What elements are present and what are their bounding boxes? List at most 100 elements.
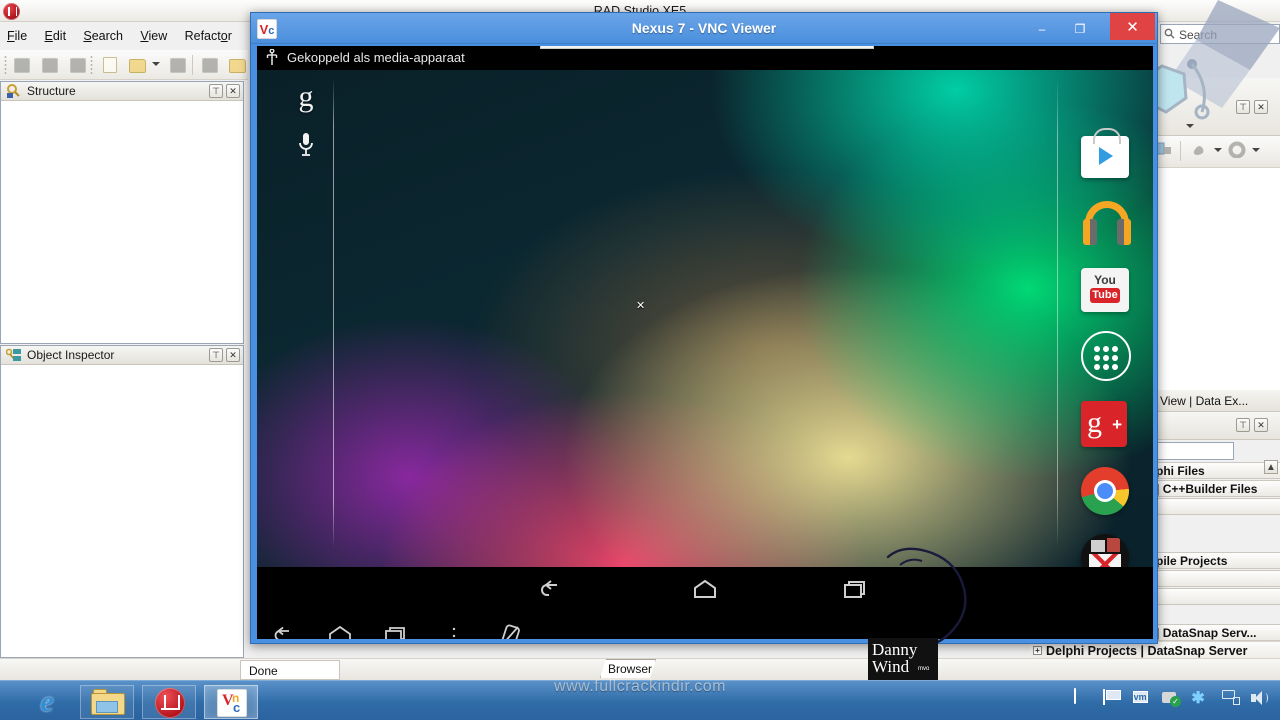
ide-menu-bar: File Edit Search View Refactor P: [0, 26, 248, 48]
watermark-line-3: mvo: [918, 666, 929, 672]
close-icon[interactable]: ✕: [226, 84, 240, 98]
google-g-icon[interactable]: g: [293, 82, 319, 112]
vnc-remote-screen[interactable]: Gekoppeld als media-apparaat g ✕: [257, 46, 1153, 639]
youtube-label-tube: Tube: [1090, 288, 1120, 303]
object-inspector-panel-body: [1, 365, 243, 657]
right-panel-tabs[interactable]: l View | Data Ex...: [1152, 390, 1280, 412]
vnc-rotate-button[interactable]: [493, 623, 527, 639]
right-toolbar-separator: [1180, 141, 1181, 161]
save-all-icon[interactable]: [40, 55, 60, 75]
menu-item-view[interactable]: View: [133, 26, 174, 46]
back-arrow-icon[interactable]: [533, 577, 569, 605]
maximize-button[interactable]: ❐: [1065, 21, 1095, 38]
right-panel-caret[interactable]: [1186, 124, 1194, 128]
pin-icon[interactable]: ⊤: [209, 348, 223, 362]
menu-item-edit[interactable]: Edit: [38, 26, 74, 46]
google-plus-plus: +: [1112, 415, 1122, 435]
structure-panel-title: Structure: [27, 84, 76, 98]
status-text: Done: [240, 660, 340, 680]
object-inspector-panel: Object Inspector ⊤ ✕: [0, 345, 244, 658]
list-item-label: pile Projects: [1156, 554, 1227, 568]
ide-toolbar: [0, 50, 248, 80]
close-icon[interactable]: ✕: [1254, 418, 1268, 432]
new-file-icon[interactable]: [100, 55, 120, 75]
save-icon[interactable]: [168, 55, 188, 75]
open-dropdown-caret[interactable]: [152, 62, 160, 66]
menu-item-search[interactable]: Search: [76, 26, 130, 46]
structure-panel: Structure ⊤ ✕: [0, 81, 244, 344]
pin-icon[interactable]: ⊤: [209, 84, 223, 98]
list-item[interactable]: [1152, 588, 1280, 605]
add-to-project-icon[interactable]: [228, 55, 248, 75]
widget-divider-left: [333, 78, 334, 548]
microphone-icon[interactable]: [298, 132, 314, 158]
home-icon[interactable]: [687, 577, 723, 605]
vnc-window-title: Nexus 7 - VNC Viewer: [251, 20, 1157, 36]
search-input-placeholder: Search: [1179, 28, 1217, 42]
right-panel-tabs-label: l View | Data Ex...: [1154, 394, 1248, 408]
all-apps-icon[interactable]: [1081, 331, 1133, 383]
list-item[interactable]: phi Files: [1152, 462, 1280, 479]
google-plus-icon[interactable]: g +: [1081, 398, 1133, 450]
vnc-home-button[interactable]: [323, 623, 357, 639]
pin-icon[interactable]: ⊤: [1236, 100, 1250, 114]
fill-color-caret[interactable]: [1214, 148, 1222, 152]
vnc-menu-button[interactable]: [437, 623, 471, 639]
structure-icon: [6, 84, 22, 99]
pin-icon[interactable]: ⊤: [1236, 418, 1250, 432]
chrome-icon[interactable]: [1081, 465, 1133, 517]
list-item[interactable]: pile Projects: [1152, 552, 1280, 569]
tree-item-label: Delphi Projects | DataSnap Server: [1046, 644, 1248, 658]
vnc-back-button[interactable]: [267, 623, 301, 639]
toolbar-grip-2[interactable]: [90, 55, 93, 75]
youtube-icon[interactable]: You Tube: [1081, 264, 1133, 316]
expander-icon[interactable]: +: [1033, 646, 1042, 655]
youtube-label-you: You: [1081, 274, 1129, 286]
shape-caret[interactable]: [1252, 148, 1260, 152]
site-watermark: www.fullcrackindir.com: [0, 678, 1280, 696]
vnc-title-bar[interactable]: Vc Nexus 7 - VNC Viewer – ❐ ✕: [251, 13, 1157, 44]
list-item[interactable]: | DataSnap Serv...: [1152, 624, 1280, 641]
sync-icon[interactable]: [68, 55, 88, 75]
open-project-icon[interactable]: [12, 55, 32, 75]
search-input[interactable]: Search: [1160, 24, 1280, 44]
structure-panel-body: [1, 101, 243, 343]
search-icon: [1164, 28, 1175, 39]
toolbar-separator: [192, 55, 193, 75]
right-toolbar: [1152, 136, 1280, 168]
list-item-label: | DataSnap Serv...: [1156, 626, 1257, 640]
tab-browser-label: Browser: [608, 662, 652, 676]
list-item[interactable]: [1152, 570, 1280, 587]
filter-input[interactable]: [1152, 442, 1234, 460]
tab-browser[interactable]: Browser: [600, 659, 656, 678]
close-icon[interactable]: ✕: [1254, 100, 1268, 114]
minimize-button[interactable]: –: [1027, 21, 1057, 38]
menu-item-file[interactable]: File: [0, 26, 34, 46]
close-icon[interactable]: ✕: [226, 348, 240, 362]
structure-panel-header: Structure ⊤ ✕: [1, 82, 243, 101]
scroll-up-button[interactable]: ▲: [1264, 460, 1278, 474]
android-notification-bar[interactable]: Gekoppeld als media-apparaat: [257, 46, 1153, 70]
android-app-dock: You Tube g +: [1081, 130, 1141, 599]
mouse-cursor: ✕: [636, 301, 645, 312]
open-folder-icon[interactable]: [128, 55, 148, 75]
android-home-screen[interactable]: g ✕: [257, 70, 1153, 567]
object-inspector-icon: [6, 348, 22, 363]
vnc-recents-button[interactable]: [379, 623, 413, 639]
vnc-remote-toolbar: [257, 615, 1153, 639]
object-inspector-panel-title: Object Inspector: [27, 348, 114, 362]
list-item[interactable]: [1152, 498, 1280, 515]
list-item[interactable]: | C++Builder Files: [1152, 480, 1280, 497]
recents-icon[interactable]: [837, 577, 873, 605]
play-store-icon[interactable]: [1081, 130, 1133, 182]
close-button[interactable]: ✕: [1110, 13, 1155, 40]
toolbar-grip[interactable]: [4, 55, 7, 75]
list-item-label: | C++Builder Files: [1156, 482, 1257, 496]
play-music-icon[interactable]: [1081, 197, 1133, 249]
shape-icon[interactable]: [1228, 141, 1248, 161]
fill-color-icon[interactable]: [1190, 141, 1210, 161]
progress-bar: [540, 46, 874, 49]
save-as-icon[interactable]: [200, 55, 220, 75]
menu-item-refactor[interactable]: Refactor: [178, 26, 239, 46]
usb-icon: [265, 49, 279, 66]
